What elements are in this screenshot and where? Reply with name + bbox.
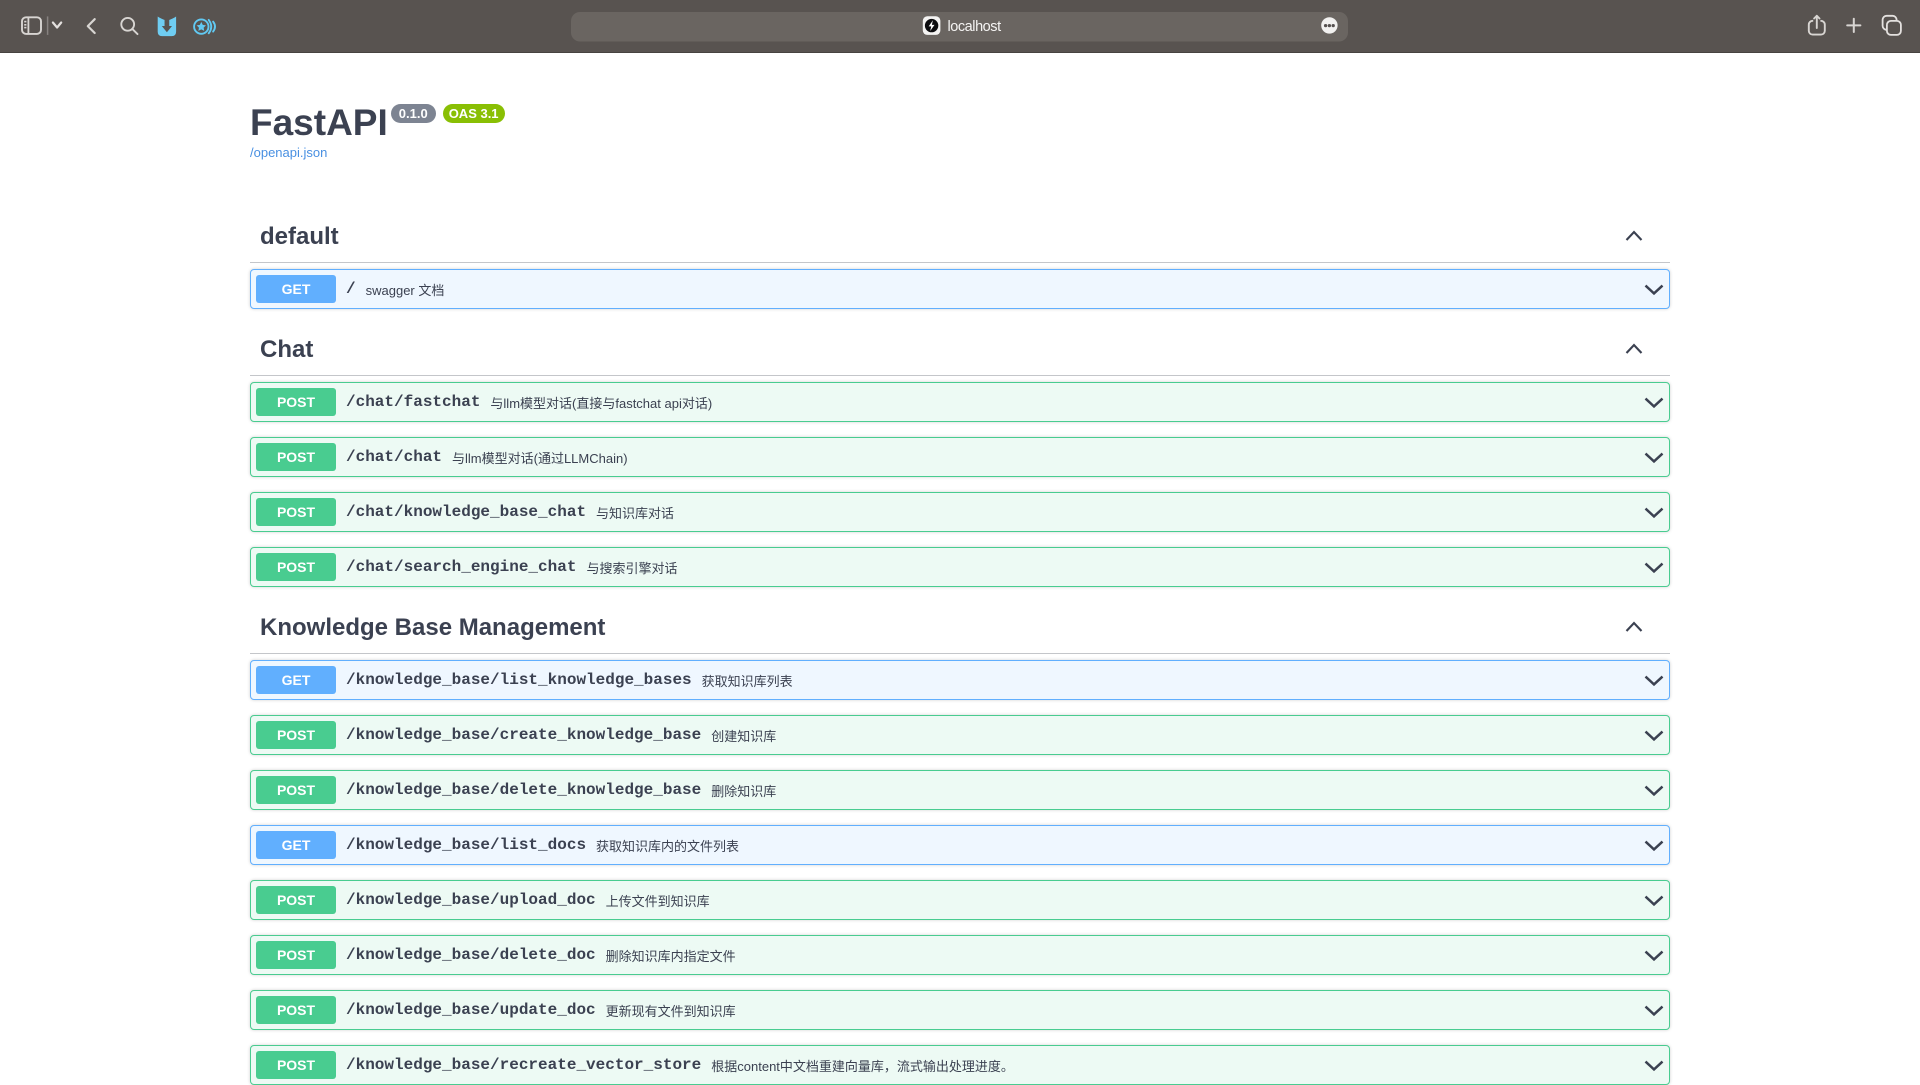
svg-text:localhost: localhost (948, 19, 1002, 35)
